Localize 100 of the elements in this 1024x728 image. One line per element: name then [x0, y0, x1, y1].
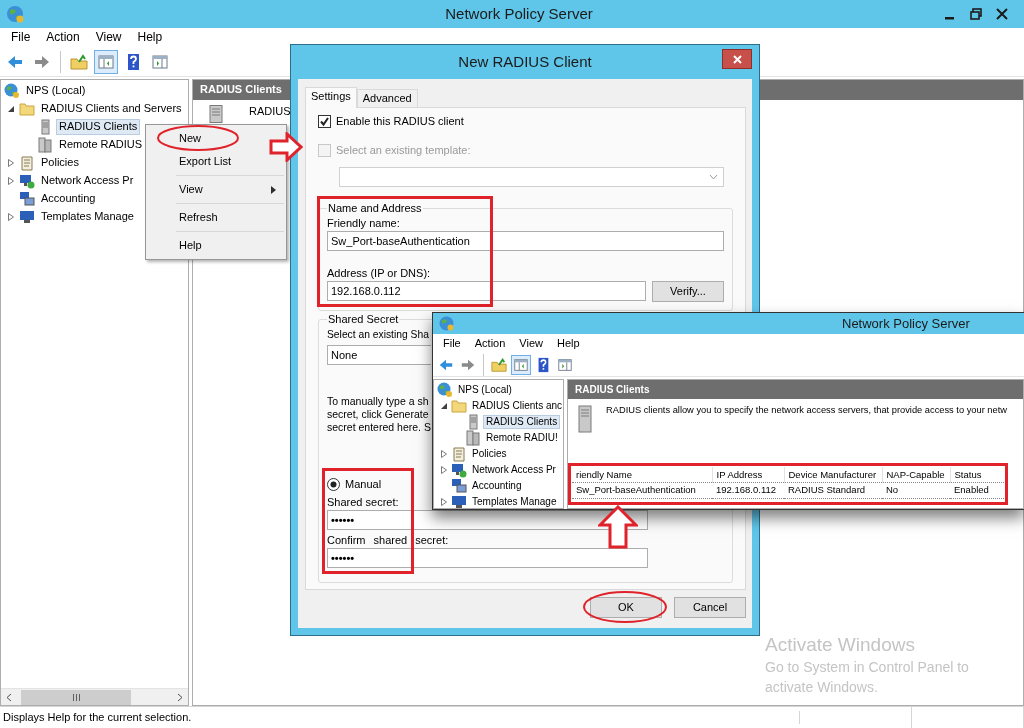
tab[interactable]: Settings: [305, 87, 357, 109]
column-header[interactable]: IP Address: [712, 467, 784, 482]
pane-text: RADIUS: [249, 105, 291, 119]
checkbox-label: Enable this RADIUS client: [336, 115, 464, 129]
grip-icon: [71, 693, 81, 701]
notice-title: Activate Windows: [765, 634, 916, 657]
column-header[interactable]: riendly Name: [572, 467, 712, 482]
menu-item[interactable]: New: [179, 131, 201, 146]
table-cell: 192.168.0.112: [712, 482, 784, 498]
toolbar-button[interactable]: [511, 354, 531, 375]
expand-arrow-icon[interactable]: [7, 213, 15, 221]
tree-item[interactable]: RADIUS Clients: [56, 119, 141, 135]
menu-item[interactable]: Refresh: [179, 210, 218, 225]
notice-text: Go to System in Control Panel to activate Windows.: [765, 657, 970, 698]
shared-secret-dropdown[interactable]: None: [327, 344, 431, 365]
dialog-button[interactable]: Cancel: [674, 597, 746, 618]
help-text: secret entered here. S: [327, 420, 431, 434]
server-icon: [209, 105, 223, 123]
pane-icon: [557, 356, 573, 373]
help-text: secret, click Generate: [327, 407, 429, 421]
folder-arrow-icon: [491, 356, 507, 373]
tree-item[interactable]: RADIUS Clients and Servers: [38, 101, 185, 117]
column-header[interactable]: NAP-Capable: [882, 467, 950, 482]
field-label: Shared secret:: [327, 495, 399, 510]
globe-icon: [439, 316, 454, 331]
expand-arrow-icon[interactable]: [440, 466, 448, 474]
server-icon: [576, 405, 594, 433]
dialog-title: New RADIUS Client: [457, 53, 593, 71]
monitors-icon: [19, 191, 35, 207]
field-label: Friendly name:: [327, 217, 400, 232]
expand-arrow-icon[interactable]: [7, 177, 15, 185]
menu-item[interactable]: Help: [549, 336, 587, 351]
radio-label: Manual: [345, 477, 382, 492]
table-cell: Sw_Port-baseAuthentication: [572, 482, 712, 498]
column-header[interactable]: Status: [950, 467, 1006, 482]
pane-header: RADIUS Clients: [568, 380, 1023, 399]
tree-item[interactable]: Policies: [469, 447, 510, 461]
help-text: To manually type a sh: [327, 394, 429, 408]
servers-icon: [465, 430, 481, 446]
pane-icon: [151, 52, 169, 71]
tree-item[interactable]: Policies: [38, 155, 82, 171]
tree-item[interactable]: RADIUS Clients: [483, 415, 561, 429]
menu-item[interactable]: View: [179, 182, 203, 197]
servers-icon: [37, 137, 53, 153]
pane-icon: [513, 356, 529, 373]
tree-item[interactable]: Accounting: [38, 191, 99, 207]
status-text: Displays Help for the current selection.: [0, 710, 800, 725]
document-icon: [19, 155, 35, 171]
monitor-icon: [451, 494, 467, 508]
menu-item[interactable]: Help: [129, 30, 171, 45]
password-field[interactable]: ••••••: [327, 547, 648, 568]
tree-item[interactable]: NPS (Local): [23, 83, 89, 99]
verify-button[interactable]: Verify...: [652, 281, 724, 303]
menu-item[interactable]: Export List: [179, 154, 231, 169]
menu-item[interactable]: File: [436, 336, 468, 351]
document-icon: [451, 446, 467, 462]
dialog-button[interactable]: OK: [590, 597, 662, 618]
folder-icon: [19, 101, 35, 117]
menu-item[interactable]: Help: [179, 238, 202, 253]
globe-icon: [6, 5, 24, 23]
folder-arrow-icon: [70, 52, 88, 71]
tree-item[interactable]: Remote RADIUS: [56, 137, 146, 153]
menu-item[interactable]: View: [87, 30, 130, 45]
text-field[interactable]: 192.168.0.112: [327, 281, 646, 302]
expand-arrow-icon[interactable]: [440, 450, 448, 458]
tab[interactable]: Advanced: [356, 89, 418, 108]
close-button[interactable]: [722, 49, 752, 69]
tree-item[interactable]: NPS (Local): [455, 383, 515, 397]
monitor-check-icon: [19, 173, 35, 189]
menu-item[interactable]: Action: [38, 30, 88, 45]
checkbox[interactable]: [318, 115, 331, 129]
tree-item[interactable]: Templates Manage: [38, 209, 137, 225]
window-title: Network Policy Server: [444, 5, 594, 23]
radio-button[interactable]: [327, 478, 340, 492]
tree-item[interactable]: RADIUS Clients anc: [469, 399, 563, 413]
expand-arrow-icon[interactable]: [440, 498, 448, 506]
tree-item[interactable]: Network Access Pr: [38, 173, 137, 189]
collapse-arrow-icon[interactable]: [440, 402, 448, 410]
folder-icon: [451, 398, 467, 414]
menu-item[interactable]: Action: [467, 336, 513, 351]
menu-item[interactable]: View: [512, 336, 550, 351]
monitor-check-icon: [451, 462, 467, 478]
column-header[interactable]: Device Manufacturer: [784, 467, 882, 482]
tree-item[interactable]: Accounting: [469, 479, 525, 493]
expand-arrow-icon[interactable]: [7, 159, 15, 167]
field-label: Confirm shared secret:: [327, 533, 449, 548]
field-label: Select an existing Sha: [327, 328, 429, 342]
restore-icon[interactable]: [970, 8, 982, 20]
globe-icon: [4, 83, 20, 99]
tree-item[interactable]: Remote RADIU!: [483, 431, 561, 445]
text-field[interactable]: Sw_Port-baseAuthentication: [327, 231, 724, 252]
tree-item[interactable]: Network Access Pr: [469, 463, 559, 477]
menu-item[interactable]: File: [3, 30, 39, 45]
table-cell: No: [882, 482, 950, 498]
tree-item[interactable]: Templates Manage: [469, 495, 560, 508]
close-icon[interactable]: [996, 8, 1008, 20]
collapse-arrow-icon[interactable]: [7, 105, 15, 113]
checkbox-label: Select an existing template:: [336, 144, 471, 158]
pane-icon: [97, 52, 115, 71]
scrollbar[interactable]: [1, 688, 188, 705]
